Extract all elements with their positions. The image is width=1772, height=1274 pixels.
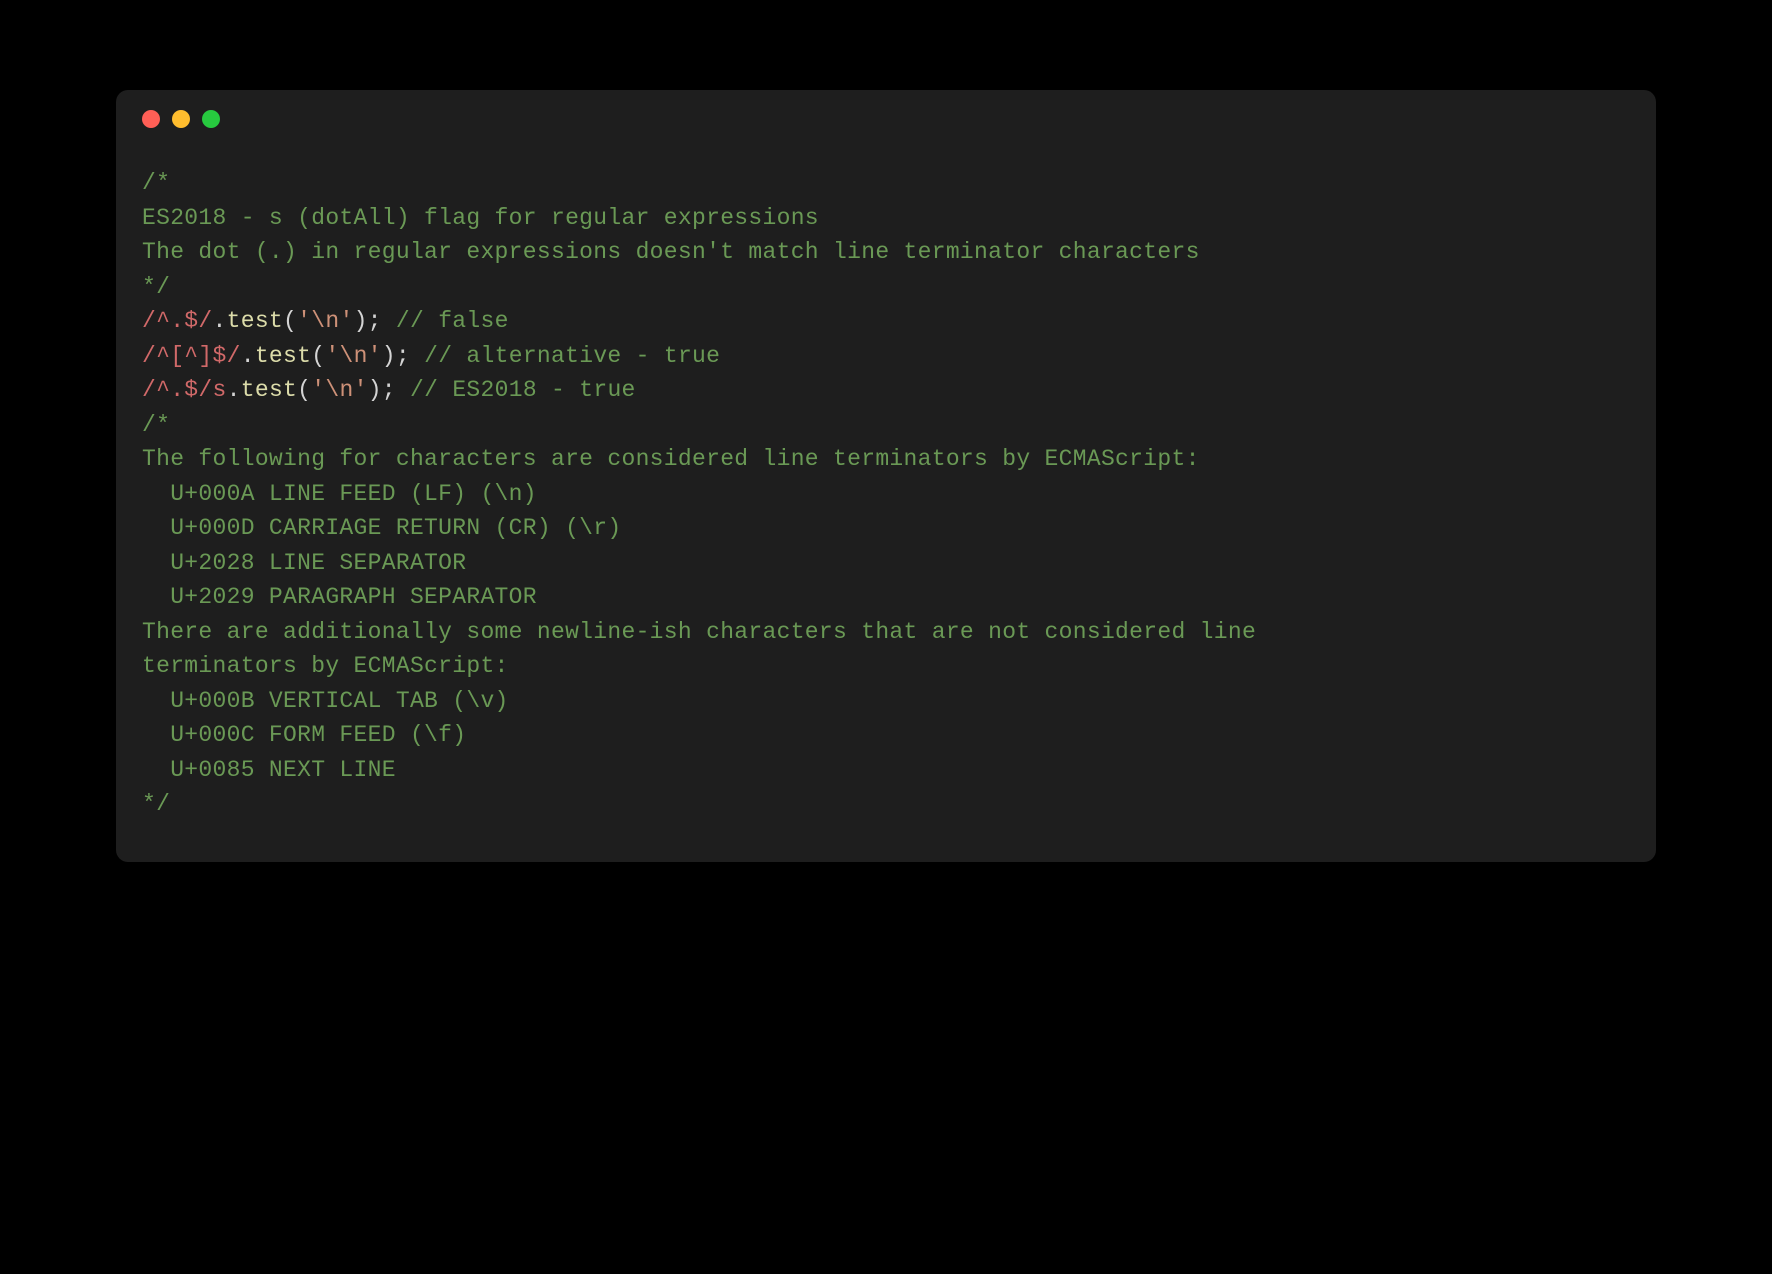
string-literal: '\n' [311,377,367,403]
comment-text: U+0085 NEXT LINE [142,757,396,783]
comment-open: /* [142,412,170,438]
comment-text: U+2029 PARAGRAPH SEPARATOR [142,584,537,610]
method-name: test [241,377,297,403]
close-button[interactable] [142,110,160,128]
line-comment: // alternative - true [410,343,720,369]
method-name: test [227,308,283,334]
comment-text: U+000C FORM FEED (\f) [142,722,466,748]
code-editor-window: /* ES2018 - s (dotAll) flag for regular e… [116,90,1656,862]
dot-operator: . [213,308,227,334]
line-comment: // ES2018 - true [396,377,636,403]
comment-text: terminators by ECMAScript: [142,653,509,679]
paren-close: ); [354,308,382,334]
code-statement: /^[^]$/.test('\n'); // alternative - tru… [142,339,1630,374]
method-name: test [255,343,311,369]
comment-text: U+000B VERTICAL TAB (\v) [142,688,509,714]
minimize-button[interactable] [172,110,190,128]
comment-close: */ [142,274,170,300]
comment-open: /* [142,170,170,196]
comment-text: ES2018 - s (dotAll) flag for regular exp… [142,205,819,231]
paren-open: ( [297,377,311,403]
comment-text: U+000D CARRIAGE RETURN (CR) (\r) [142,515,621,541]
regex-literal: /^.$/s [142,377,227,403]
line-comment: // false [382,308,509,334]
window-titlebar [116,90,1656,138]
comment-text: The dot (.) in regular expressions doesn… [142,239,1200,265]
string-literal: '\n' [297,308,353,334]
comment-text: The following for characters are conside… [142,446,1200,472]
comment-close: */ [142,791,170,817]
code-content: /* ES2018 - s (dotAll) flag for regular e… [116,138,1656,862]
paren-open: ( [283,308,297,334]
regex-literal: /^[^]$/ [142,343,241,369]
paren-open: ( [311,343,325,369]
regex-literal: /^.$/ [142,308,213,334]
string-literal: '\n' [325,343,381,369]
paren-close: ); [368,377,396,403]
code-statement: /^.$/s.test('\n'); // ES2018 - true [142,373,1630,408]
comment-text: U+000A LINE FEED (LF) (\n) [142,481,537,507]
comment-text: There are additionally some newline-ish … [142,619,1256,645]
dot-operator: . [241,343,255,369]
comment-text: U+2028 LINE SEPARATOR [142,550,466,576]
maximize-button[interactable] [202,110,220,128]
dot-operator: . [227,377,241,403]
code-statement: /^.$/.test('\n'); // false [142,304,1630,339]
paren-close: ); [382,343,410,369]
